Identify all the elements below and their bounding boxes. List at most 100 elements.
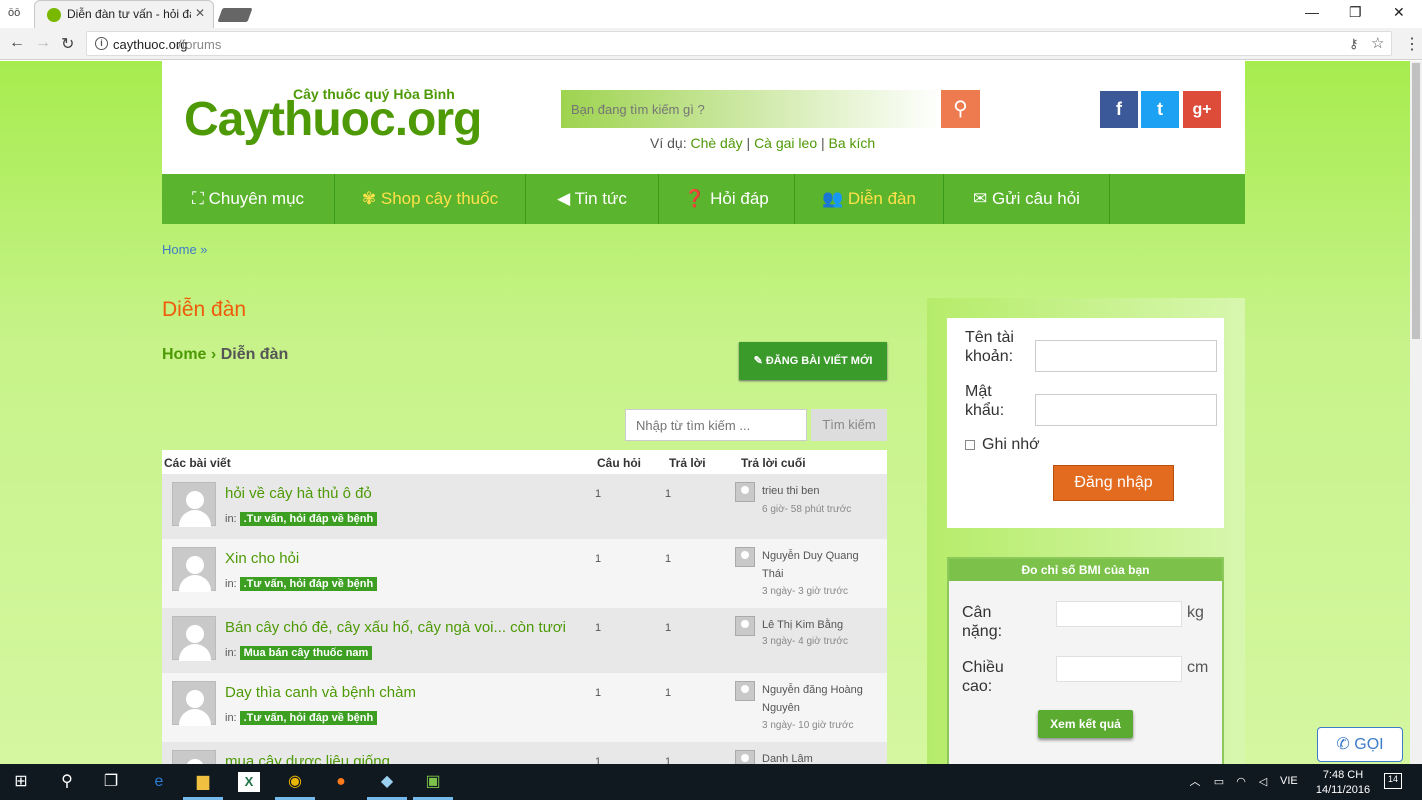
last-reply-user[interactable]: Nguyễn Duy Quang Thái [762,547,872,583]
site-search-input[interactable] [561,90,942,128]
app-icon[interactable]: ▣ [422,772,444,792]
table-row[interactable]: hỏi về cây hà thủ ô đỏ in: .Tư vấn, hỏi đ… [162,474,887,539]
last-reply-user[interactable]: Lê Thị Kim Bằng [762,616,872,634]
nav-item-gui-cau-hoi[interactable]: ✉ Gửi câu hỏi [944,174,1110,224]
avatar [172,547,216,592]
clock-time: 7:48 CH [1322,769,1364,781]
browser-menu-icon[interactable]: ⋮ [1404,34,1420,54]
last-reply-user[interactable]: trieu thi ben [762,482,872,500]
avatar [735,547,755,567]
nav-item-dien-dan[interactable]: 👥 Diễn đàn [795,174,944,224]
bookmark-star-icon[interactable]: ☆ [1371,34,1384,52]
reply-count: 1 [665,687,672,699]
table-row[interactable]: Bán cây chó đẻ, cây xấu hổ, cây ngà voi.… [162,608,887,673]
topic-title[interactable]: Day thìa canh và bệnh chàm [225,684,416,701]
forum-search-input[interactable] [625,409,807,441]
example-link[interactable]: Cà gai leo [754,135,817,151]
chevron-up-icon[interactable]: ︿ [1184,772,1206,792]
username-field[interactable] [1035,340,1217,372]
topic-title[interactable]: mua cây dược liệu giống [225,753,390,764]
topic-title[interactable]: Bán cây chó đẻ, cây xấu hổ, cây ngà voi.… [225,619,566,636]
language-indicator[interactable]: VIE [1280,775,1298,787]
sitemap-icon: ⛶ [191,189,209,208]
last-reply-user[interactable]: Nguyễn đăng Hoàng Nguyên [762,681,872,717]
topic-title[interactable]: Xin cho hỏi [225,550,299,567]
scrollbar-thumb[interactable] [1412,63,1420,339]
weight-label: Cân nặng: [962,604,1003,640]
clock[interactable]: 7:48 CH 14/11/2016 [1312,768,1374,798]
nav-item-hoi-dap[interactable]: ❓ Hỏi đáp [659,174,795,224]
table-row[interactable]: Day thìa canh và bệnh chàm in: .Tư vấn, h… [162,673,887,742]
avatar [735,616,755,636]
battery-icon[interactable]: ▭ [1208,772,1230,792]
new-post-button[interactable]: ✎ ĐĂNG BÀI VIẾT MỚI [739,342,887,380]
wifi-icon[interactable]: ◠ [1230,772,1252,792]
taskbar: ⊞ ⚲ ❐ e ▆ X ◉ ● ◆ ▣ ︿ ▭ ◠ ◁ VIE 7:48 CH 1… [0,764,1422,800]
firefox-icon[interactable]: ● [330,772,352,792]
volume-icon[interactable]: ◁ [1252,772,1274,792]
password-field[interactable] [1035,394,1217,426]
nav-item-shop[interactable]: ✾ Shop cây thuốc [335,174,526,224]
forward-icon[interactable]: → [35,34,51,52]
edit-icon: ✎ [753,355,766,367]
search-button[interactable]: ⚲ [941,90,980,128]
notification-center-icon[interactable]: 14 [1384,773,1402,789]
page-scrollbar[interactable] [1410,61,1422,764]
bmi-submit-button[interactable]: Xem kết quả [1038,710,1133,738]
minimize-icon[interactable]: — [1305,4,1319,20]
nav-item-tin-tuc[interactable]: ◀ Tin tức [526,174,659,224]
file-explorer-icon[interactable]: ▆ [192,772,214,792]
reload-icon[interactable]: ↻ [61,34,74,54]
tab-close-icon[interactable]: ✕ [195,6,205,20]
edge-icon[interactable]: e [148,772,170,792]
last-reply-time: 3 ngày- 3 giờ trước [762,586,848,597]
reply-count: 1 [665,488,672,500]
maximize-icon[interactable]: ❐ [1349,4,1362,21]
browser-tab[interactable]: Diễn đàn tư vấn - hỏi đáp ✕ [34,0,214,28]
call-button[interactable]: ✆ GỌI [1317,727,1403,762]
key-icon[interactable]: ⚷ [1349,36,1359,52]
topic-title[interactable]: hỏi về cây hà thủ ô đỏ [225,485,372,502]
site-info-icon[interactable]: i [95,37,108,50]
category-badge[interactable]: Mua bán cây thuốc nam [239,646,373,660]
tab-title: Diễn đàn tư vấn - hỏi đáp [67,7,191,21]
avatar [172,681,216,726]
breadcrumb-home-link[interactable]: Home » [162,242,208,257]
site-logo[interactable]: Caythuoc.org [184,92,482,147]
last-reply-time: 3 ngày- 4 giờ trước [762,636,848,647]
excel-icon[interactable]: X [238,772,260,792]
last-reply-user[interactable]: Danh Lâm [762,750,872,764]
app-icon[interactable]: ◆ [376,772,398,792]
reply-count: 1 [665,622,672,634]
new-tab-button[interactable] [217,8,253,22]
window-close-icon[interactable]: ✕ [1393,4,1405,21]
remember-checkbox[interactable] [965,440,975,450]
weight-field[interactable] [1056,601,1182,627]
col-header: Trả lời cuối [741,456,806,470]
nav-item-chuyen-muc[interactable]: ⛶ Chuyên mục [162,174,335,224]
facebook-icon[interactable]: f [1100,91,1138,128]
google-plus-icon[interactable]: g+ [1183,91,1221,128]
table-row[interactable]: mua cây dược liệu giống 1 1 Danh Lâm [162,742,887,764]
example-link[interactable]: Chè dây [690,135,742,151]
category-badge[interactable]: .Tư vấn, hỏi đáp về bệnh [239,711,378,725]
task-view-icon[interactable]: ❐ [100,772,122,792]
address-bar[interactable]: i caythuoc.org /forums ⚷ ☆ [86,31,1392,56]
back-icon[interactable]: ← [9,34,25,52]
avatar [735,681,755,701]
table-row[interactable]: Xin cho hỏi in: .Tư vấn, hỏi đáp về bệnh … [162,539,887,608]
category-badge[interactable]: .Tư vấn, hỏi đáp về bệnh [239,512,378,526]
search-icon[interactable]: ⚲ [56,772,78,792]
example-link[interactable]: Ba kích [829,135,876,151]
windows-start-icon[interactable]: ⊞ [10,772,32,792]
height-field[interactable] [1056,656,1182,682]
chrome-icon[interactable]: ◉ [284,772,306,792]
nav-label: Chuyên mục [208,189,305,208]
in-label: in: [225,513,237,525]
login-button[interactable]: Đăng nhập [1053,465,1174,501]
twitter-icon[interactable]: t [1141,91,1179,128]
category-badge[interactable]: .Tư vấn, hỏi đáp về bệnh [239,577,378,591]
call-label: GỌI [1354,736,1384,753]
forum-search-button[interactable]: Tìm kiếm [811,409,887,441]
breadcrumb-home[interactable]: Home [162,346,206,363]
